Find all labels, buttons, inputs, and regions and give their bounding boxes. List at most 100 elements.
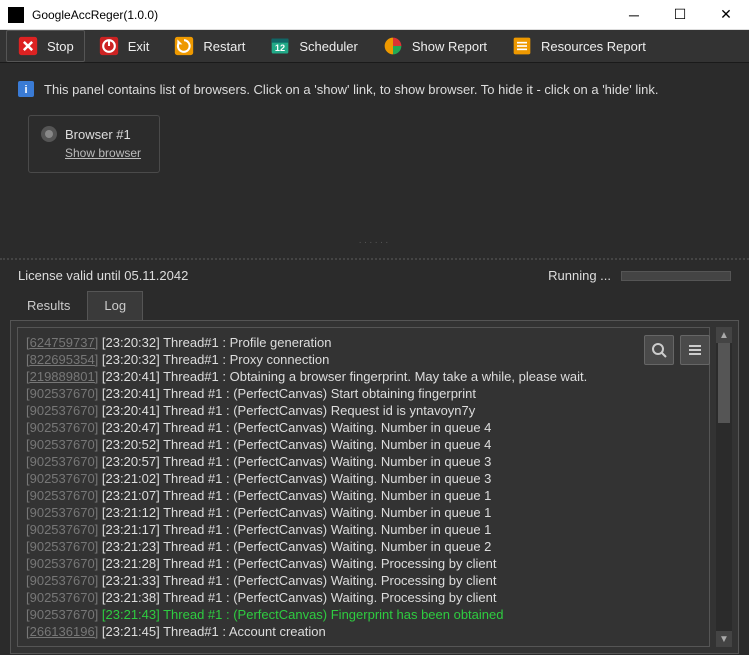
progress-bar	[621, 271, 731, 281]
search-icon	[651, 342, 667, 358]
browser-name: Browser #1	[65, 127, 131, 142]
running-text: Running ...	[548, 268, 611, 283]
stop-button[interactable]: Stop	[6, 30, 85, 62]
log-panel: [624759737] [23:20:32] Thread#1 : Profil…	[10, 320, 739, 654]
stop-icon	[17, 35, 39, 57]
log-text: [23:20:41] Thread #1 : (PerfectCanvas) S…	[98, 386, 476, 401]
svg-text:12: 12	[275, 43, 285, 53]
tab-results[interactable]: Results	[10, 291, 87, 320]
log-text: [23:20:57] Thread #1 : (PerfectCanvas) W…	[98, 454, 491, 469]
tab-log[interactable]: Log	[87, 291, 143, 320]
log-search-button[interactable]	[644, 335, 674, 365]
log-id[interactable]: [266136196]	[26, 624, 98, 639]
log-id[interactable]: [822695354]	[26, 352, 98, 367]
log-id: [902537670]	[26, 386, 98, 401]
scroll-thumb[interactable]	[718, 343, 730, 423]
log-text: [23:20:52] Thread #1 : (PerfectCanvas) W…	[98, 437, 491, 452]
log-text: [23:21:02] Thread #1 : (PerfectCanvas) W…	[98, 471, 491, 486]
log-line: [902537670] [23:21:07] Thread #1 : (Perf…	[26, 487, 701, 504]
show-report-label: Show Report	[412, 39, 487, 54]
restart-icon	[173, 35, 195, 57]
log-id[interactable]: [624759737]	[26, 335, 98, 350]
tab-bar: Results Log	[0, 291, 749, 320]
log-line: [902537670] [23:21:33] Thread #1 : (Perf…	[26, 572, 701, 589]
log-id: [902537670]	[26, 403, 98, 418]
exit-icon	[98, 35, 120, 57]
scrollbar[interactable]: ▲ ▼	[716, 327, 732, 647]
status-bar: License valid until 05.11.2042 Running .…	[0, 260, 749, 291]
exit-button[interactable]: Exit	[87, 30, 161, 62]
log-text: [23:20:41] Thread #1 : (PerfectCanvas) R…	[98, 403, 475, 418]
show-report-button[interactable]: Show Report	[371, 30, 498, 62]
log-line: [902537670] [23:21:02] Thread #1 : (Perf…	[26, 470, 701, 487]
svg-text:i: i	[24, 84, 27, 96]
log-line: [902537670] [23:21:28] Thread #1 : (Perf…	[26, 555, 701, 572]
toolbar: Stop Exit Restart 12 Scheduler Show Repo…	[0, 30, 749, 63]
log-line: [902537670] [23:21:12] Thread #1 : (Perf…	[26, 504, 701, 521]
log-text: [23:21:07] Thread #1 : (PerfectCanvas) W…	[98, 488, 491, 503]
log-text: [23:21:28] Thread #1 : (PerfectCanvas) W…	[98, 556, 496, 571]
window-title: GoogleAccReger(1.0.0)	[32, 8, 611, 22]
resize-handle[interactable]: ······	[18, 237, 731, 248]
log-id: [902537670]	[26, 522, 98, 537]
close-button[interactable]: ✕	[703, 0, 749, 30]
log-line: [902537670] [23:21:43] Thread #1 : (Perf…	[26, 606, 701, 623]
log-text: [23:21:43] Thread #1 : (PerfectCanvas) F…	[98, 607, 503, 622]
browser-panel: i This panel contains list of browsers. …	[0, 63, 749, 260]
restart-button[interactable]: Restart	[162, 30, 256, 62]
resources-report-label: Resources Report	[541, 39, 646, 54]
log-id: [902537670]	[26, 539, 98, 554]
log-text: [23:20:47] Thread #1 : (PerfectCanvas) W…	[98, 420, 491, 435]
log-line: [902537670] [23:21:23] Thread #1 : (Perf…	[26, 538, 701, 555]
log-id: [902537670]	[26, 590, 98, 605]
log-line: [266136196] [23:21:45] Thread#1 : Accoun…	[26, 623, 701, 640]
scheduler-label: Scheduler	[299, 39, 358, 54]
log-id: [902537670]	[26, 505, 98, 520]
window-controls: ─ ☐ ✕	[611, 0, 749, 30]
log-id: [902537670]	[26, 488, 98, 503]
browser-card: Browser #1 Show browser	[28, 115, 160, 173]
pie-chart-icon	[382, 35, 404, 57]
exit-label: Exit	[128, 39, 150, 54]
log-line: [902537670] [23:20:41] Thread #1 : (Perf…	[26, 385, 701, 402]
log-text: [23:20:41] Thread#1 : Obtaining a browse…	[98, 369, 587, 384]
log-text: [23:20:32] Thread#1 : Proxy connection	[98, 352, 329, 367]
log-line: [822695354] [23:20:32] Thread#1 : Proxy …	[26, 351, 701, 368]
log-line: [902537670] [23:21:17] Thread #1 : (Perf…	[26, 521, 701, 538]
calendar-icon: 12	[269, 35, 291, 57]
scheduler-button[interactable]: 12 Scheduler	[258, 30, 369, 62]
log-text: [23:20:32] Thread#1 : Profile generation	[98, 335, 331, 350]
log-text: [23:21:45] Thread#1 : Account creation	[98, 624, 325, 639]
app-icon	[8, 7, 24, 23]
log-id: [902537670]	[26, 607, 98, 622]
scroll-down-icon[interactable]: ▼	[716, 631, 732, 647]
log-id: [902537670]	[26, 420, 98, 435]
restart-label: Restart	[203, 39, 245, 54]
log-line: [624759737] [23:20:32] Thread#1 : Profil…	[26, 334, 701, 351]
scroll-up-icon[interactable]: ▲	[716, 327, 732, 343]
log-line: [902537670] [23:20:57] Thread #1 : (Perf…	[26, 453, 701, 470]
maximize-button[interactable]: ☐	[657, 0, 703, 30]
list-icon	[511, 35, 533, 57]
log-line: [902537670] [23:20:41] Thread #1 : (Perf…	[26, 402, 701, 419]
chrome-icon	[41, 126, 57, 142]
log-text: [23:21:38] Thread #1 : (PerfectCanvas) W…	[98, 590, 496, 605]
show-browser-link[interactable]: Show browser	[65, 146, 141, 160]
log-text: [23:21:17] Thread #1 : (PerfectCanvas) W…	[98, 522, 491, 537]
log-tools	[644, 335, 710, 365]
log-id: [902537670]	[26, 471, 98, 486]
log-text: [23:21:33] Thread #1 : (PerfectCanvas) W…	[98, 573, 496, 588]
log-menu-button[interactable]	[680, 335, 710, 365]
menu-icon	[687, 342, 703, 358]
log-id: [902537670]	[26, 556, 98, 571]
log-line: [902537670] [23:20:47] Thread #1 : (Perf…	[26, 419, 701, 436]
log-id: [902537670]	[26, 437, 98, 452]
log-id[interactable]: [219889801]	[26, 369, 98, 384]
titlebar: GoogleAccReger(1.0.0) ─ ☐ ✕	[0, 0, 749, 30]
info-text: This panel contains list of browsers. Cl…	[44, 82, 658, 97]
log-text: [23:21:12] Thread #1 : (PerfectCanvas) W…	[98, 505, 491, 520]
resources-report-button[interactable]: Resources Report	[500, 30, 657, 62]
info-row: i This panel contains list of browsers. …	[18, 81, 731, 97]
minimize-button[interactable]: ─	[611, 0, 657, 30]
log-body[interactable]: [624759737] [23:20:32] Thread#1 : Profil…	[17, 327, 710, 647]
